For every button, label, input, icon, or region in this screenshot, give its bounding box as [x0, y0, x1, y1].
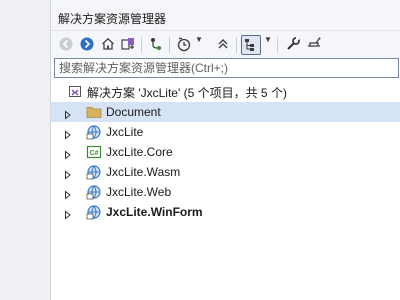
- pending-changes-icon[interactable]: [175, 34, 193, 54]
- tree-item-label: JxcLite.WinForm: [106, 205, 203, 219]
- tree-item-label: JxcLite.Web: [106, 185, 172, 199]
- switch-views-icon[interactable]: [119, 34, 137, 54]
- folder-icon: [86, 104, 102, 120]
- back-icon[interactable]: [57, 34, 75, 54]
- tree-item-label: JxcLite.Core: [106, 145, 173, 159]
- pending-changes-dropdown-icon[interactable]: ▼: [195, 35, 203, 44]
- panel-titlebar: 解决方案资源管理器: [51, 0, 400, 31]
- expand-arrow-icon[interactable]: [63, 167, 73, 180]
- search-input[interactable]: [55, 59, 400, 77]
- search-box[interactable]: [54, 58, 400, 78]
- csharp-project-icon: C#: [86, 144, 102, 160]
- collapse-all-icon[interactable]: [214, 34, 232, 54]
- show-all-files-icon[interactable]: [241, 35, 261, 55]
- show-all-files-dropdown-icon[interactable]: ▼: [264, 35, 272, 44]
- home-icon[interactable]: [99, 34, 117, 54]
- preview-icon[interactable]: [305, 34, 323, 54]
- web-project-icon: [86, 124, 102, 140]
- tree-item-document[interactable]: Document: [51, 102, 400, 122]
- expand-arrow-icon[interactable]: [63, 107, 73, 120]
- expand-arrow-icon[interactable]: [63, 187, 73, 200]
- solution-label: 解决方案 'JxcLite' (5 个项目，共 5 个): [87, 86, 287, 100]
- solution-explorer-toolbar: ▼ ▼: [51, 31, 400, 58]
- svg-text:C#: C#: [90, 150, 99, 157]
- tree-item-label: JxcLite: [106, 125, 144, 139]
- expand-arrow-icon[interactable]: [63, 207, 73, 220]
- solution-explorer-panel: 解决方案资源管理器 ▼ ▼ 搜索解决方案资源管理器(Ctrl+;) 解决方案 '…: [50, 0, 400, 300]
- forward-icon[interactable]: [78, 34, 96, 54]
- web-project-icon: [86, 204, 102, 220]
- tree-item-label: Document: [106, 105, 161, 119]
- tree-item-jxclite-winform[interactable]: JxcLite.WinForm: [51, 202, 400, 222]
- web-project-icon: [86, 184, 102, 200]
- tree-item-jxclite-wasm[interactable]: JxcLite.Wasm: [51, 162, 400, 182]
- properties-icon[interactable]: [284, 34, 302, 54]
- background-strip: [0, 0, 50, 300]
- tree-item-jxclite-core[interactable]: C# JxcLite.Core: [51, 142, 400, 162]
- solution-root-row[interactable]: 解决方案 'JxcLite' (5 个项目，共 5 个): [51, 81, 400, 101]
- tree-item-jxclite-web[interactable]: JxcLite.Web: [51, 182, 400, 202]
- solution-icon: [67, 83, 83, 99]
- expand-arrow-icon[interactable]: [63, 127, 73, 140]
- expand-arrow-icon[interactable]: [63, 147, 73, 160]
- web-project-icon: [86, 164, 102, 180]
- tree-item-label: JxcLite.Wasm: [106, 165, 181, 179]
- tree-item-jxclite[interactable]: JxcLite: [51, 122, 400, 142]
- panel-title: 解决方案资源管理器: [58, 12, 167, 26]
- sync-icon[interactable]: [147, 34, 165, 54]
